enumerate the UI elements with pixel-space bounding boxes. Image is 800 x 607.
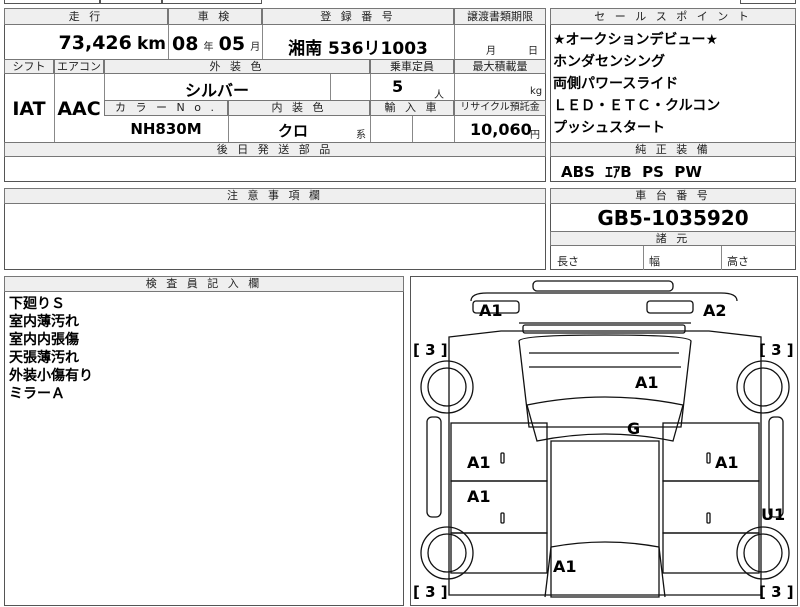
interior-unit: 系 bbox=[356, 130, 366, 141]
top-cell bbox=[4, 0, 100, 4]
chassis-header: 車 台 番 号 bbox=[550, 188, 796, 204]
inspector-notes: 下廻りＳ 室内薄汚れ 室内内張傷 天張薄汚れ 外装小傷有り ミラーＡ bbox=[9, 295, 93, 403]
load-unit: kg bbox=[530, 86, 543, 97]
capacity-value: 5 bbox=[392, 77, 404, 96]
inspector-note: 天張薄汚れ bbox=[9, 350, 79, 366]
inspector-note: 下廻りＳ bbox=[9, 296, 65, 312]
registration-header: 登 録 番 号 bbox=[262, 8, 454, 25]
top-cell bbox=[740, 0, 796, 4]
sales-point-line: プッシュスタート bbox=[553, 120, 665, 136]
tire-rear-left: [ 3 ] bbox=[413, 583, 448, 601]
inspection-month: 05 bbox=[218, 33, 246, 55]
top-strip bbox=[0, 0, 800, 6]
shift-header: シフト bbox=[4, 59, 54, 74]
mark-front-left: A1 bbox=[479, 301, 503, 320]
mark-front-left-door: A1 bbox=[467, 453, 491, 472]
equipment-value: ABS ｴｱB PS PW bbox=[561, 163, 702, 181]
transfer-day-unit: 日 bbox=[528, 46, 538, 57]
inspector-header: 検 査 員 記 入 欄 bbox=[4, 276, 404, 292]
caution-header: 注 意 事 項 欄 bbox=[4, 188, 546, 204]
mileage-value: 73,426 bbox=[58, 32, 132, 54]
ac-header: エアコン bbox=[54, 59, 104, 74]
mark-front-right: A2 bbox=[703, 301, 727, 320]
shift-value: IAT bbox=[12, 98, 46, 120]
interior-header: 内 装 色 bbox=[228, 100, 370, 116]
mileage-field: 73,426 km bbox=[10, 32, 166, 54]
caution-panel: 注 意 事 項 欄 bbox=[4, 188, 546, 270]
damage-diagram: A1 A2 A1 G A1 A1 A1 U1 A1 [ 3 ] [ 3 ] [ … bbox=[410, 276, 798, 606]
transfer-header: 譲渡書類期限 bbox=[454, 8, 546, 25]
inspector-note: ミラーＡ bbox=[9, 386, 65, 402]
mark-windshield: G bbox=[627, 419, 641, 438]
inspector-panel: 検 査 員 記 入 欄 下廻りＳ 室内薄汚れ 室内内張傷 天張薄汚れ 外装小傷有… bbox=[4, 276, 404, 606]
tire-front-right: [ 3 ] bbox=[759, 341, 794, 359]
mark-front-right-door: A1 bbox=[715, 453, 739, 472]
parts-header: 後 日 発 送 部 品 bbox=[4, 142, 546, 157]
sales-point-line: ホンダセンシング bbox=[553, 54, 665, 70]
exterior-header: 外 装 色 bbox=[104, 59, 370, 74]
color-no-header: カ ラ ー N o . bbox=[104, 100, 228, 116]
recycle-value: 10,060 bbox=[470, 120, 532, 139]
inspection-year-unit: 年 bbox=[203, 42, 214, 53]
import-header: 輸 入 車 bbox=[370, 100, 454, 116]
capacity-header: 乗車定員 bbox=[370, 59, 454, 74]
sales-points-list: ★オークションデビュー★ ホンダセンシング 両側パワースライド ＬＥＤ・ＥＴＣ・… bbox=[553, 29, 720, 139]
recycle-header: リサイクル預託金 bbox=[454, 100, 546, 116]
mark-hood: A1 bbox=[635, 373, 659, 392]
inspection-year: 08 bbox=[172, 33, 199, 55]
recycle-unit: 円 bbox=[530, 130, 540, 141]
sales-point-line: ★オークションデビュー★ bbox=[553, 32, 719, 48]
inspector-note: 室内内張傷 bbox=[9, 332, 79, 348]
sales-point-line: ＬＥＤ・ＥＴＣ・クルコン bbox=[553, 98, 721, 114]
length-label: 長さ bbox=[557, 255, 579, 268]
inspection-header: 車 検 bbox=[168, 8, 262, 25]
interior-value: クロ bbox=[277, 122, 308, 140]
mileage-header: 走 行 bbox=[4, 8, 168, 25]
sales-points-panel: セ ー ル ス ポ イ ン ト ★オークションデビュー★ ホンダセンシング 両側… bbox=[550, 8, 796, 182]
exterior-value: シルバー bbox=[184, 81, 249, 100]
inspector-note: 室内薄汚れ bbox=[9, 314, 79, 330]
chassis-panel: 車 台 番 号 GB5-1035920 諸 元 長さ 幅 高さ bbox=[550, 188, 796, 270]
registration-value: 湘南 536リ1003 bbox=[288, 39, 428, 59]
dims-header: 諸 元 bbox=[550, 231, 796, 246]
car-outline bbox=[420, 280, 790, 598]
sales-point-line: 両側パワースライド bbox=[553, 76, 679, 92]
chassis-number: GB5-1035920 bbox=[597, 206, 749, 230]
color-no-value: NH830M bbox=[130, 120, 202, 138]
inspector-note: 外装小傷有り bbox=[9, 368, 93, 384]
tire-front-left: [ 3 ] bbox=[413, 341, 448, 359]
height-label: 高さ bbox=[727, 255, 749, 268]
equipment-header: 純 正 装 備 bbox=[550, 142, 796, 157]
capacity-unit: 人 bbox=[434, 90, 444, 101]
mileage-unit: km bbox=[136, 34, 166, 54]
sales-points-header: セ ー ル ス ポ イ ン ト bbox=[550, 8, 796, 25]
inspection-month-unit: 月 bbox=[250, 42, 261, 53]
load-header: 最大積載量 bbox=[454, 59, 546, 74]
tire-rear-right: [ 3 ] bbox=[759, 583, 794, 601]
top-cell bbox=[162, 0, 262, 4]
mark-right-rocker: U1 bbox=[761, 505, 786, 524]
mark-rear-center: A1 bbox=[553, 557, 577, 576]
inspection-field: 08 年 05 月 bbox=[172, 33, 262, 55]
top-cell bbox=[100, 0, 162, 4]
width-label: 幅 bbox=[649, 255, 660, 268]
ac-value: AAC bbox=[57, 98, 101, 120]
mark-rear-left-door: A1 bbox=[467, 487, 491, 506]
transfer-month-unit: 月 bbox=[486, 46, 496, 57]
